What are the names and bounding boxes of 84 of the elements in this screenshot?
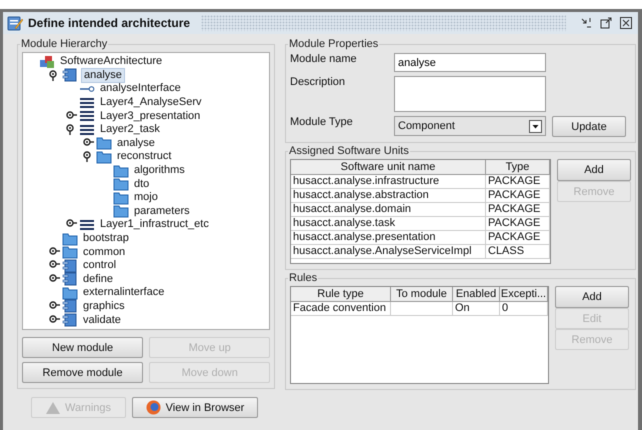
table-cell: husacct.analyse.presentation (291, 231, 486, 245)
field-label: Module Type (290, 116, 354, 128)
description-field[interactable] (394, 76, 546, 112)
table-cell: PACKAGE (486, 175, 550, 189)
close-icon[interactable] (620, 17, 632, 29)
table-cell (391, 302, 453, 316)
folder-icon (96, 150, 112, 164)
tree-item[interactable]: analyse (115, 136, 157, 150)
tree-item[interactable]: common (81, 246, 128, 259)
tree-item[interactable]: reconstruct (115, 150, 174, 164)
module-button[interactable]: Remove module (22, 362, 144, 383)
table-cell: husacct.analyse.abstraction (291, 189, 486, 203)
update-button[interactable]: Update (552, 116, 626, 137)
folder-icon (113, 164, 129, 178)
table-cell: 0 (500, 302, 548, 316)
tree-item[interactable]: define (81, 272, 115, 286)
panel-title: Module Properties (288, 38, 380, 50)
module-type-dropdown[interactable]: Component (394, 116, 546, 136)
table-cell: PACKAGE (486, 189, 550, 203)
warning-triangle-icon (46, 402, 60, 414)
tree-item[interactable]: Layer4_AnalyseServ (98, 96, 204, 110)
tree-item[interactable]: Layer2_task (98, 123, 162, 136)
minimize-icon[interactable] (580, 17, 592, 29)
component-icon (62, 68, 78, 82)
table-cell: PACKAGE (486, 231, 550, 245)
layers-icon (79, 96, 95, 110)
column-header[interactable]: Enabled (453, 287, 500, 302)
folder-icon (62, 286, 78, 300)
tree-item[interactable]: graphics (81, 300, 127, 313)
maximize-icon[interactable] (600, 17, 612, 29)
column-header[interactable]: To module (391, 287, 453, 302)
layers-icon (79, 122, 95, 137)
tree-item[interactable]: Layer1_infrastruct_etc (98, 218, 211, 232)
table-cell: husacct.analyse.task (291, 217, 486, 231)
folder-icon (113, 204, 129, 218)
tree-item[interactable]: control (81, 259, 118, 272)
module-name-field[interactable]: analyse (394, 53, 546, 72)
layers-icon (79, 218, 95, 232)
folder-icon (62, 232, 78, 246)
folder-icon (113, 177, 129, 192)
window-title: Define intended architecture (28, 16, 190, 30)
table-cell: Facade convention (291, 302, 391, 316)
table-cell: On (453, 302, 500, 316)
tree-item[interactable]: dto (132, 178, 152, 191)
module-button[interactable]: New module (22, 337, 144, 358)
column-header[interactable]: Rule type (291, 287, 391, 302)
component-icon (62, 272, 78, 286)
component-icon (62, 299, 78, 314)
column-header[interactable]: Software unit name (291, 160, 486, 175)
table-cell: PACKAGE (486, 217, 550, 231)
folder-icon (96, 136, 112, 150)
tree-item[interactable]: SoftwareArchitecture (58, 55, 164, 68)
panel-title: Assigned Software Units (288, 145, 410, 157)
cubes-icon (39, 54, 55, 69)
table-cell: husacct.analyse.AnalyseServiceImpl (291, 245, 486, 259)
tree-item[interactable]: analyseInterface (98, 82, 183, 96)
component-icon (62, 313, 78, 328)
panel-title: Rules (288, 272, 318, 284)
field-label: Description (290, 76, 346, 88)
tree-item[interactable]: algorithms (132, 164, 187, 178)
tree-item[interactable]: bootstrap (81, 232, 131, 246)
rule-button[interactable]: Add (555, 286, 629, 308)
tree-item[interactable]: validate (81, 314, 123, 327)
tree-item[interactable]: externalinterface (81, 286, 166, 300)
tree-item[interactable]: parameters (132, 204, 192, 218)
tree-item[interactable]: mojo (132, 191, 160, 204)
notepad-pencil-icon (7, 15, 23, 31)
table-cell: husacct.analyse.domain (291, 203, 486, 217)
field-label: Module name (290, 53, 358, 65)
panel-title: Module Hierarchy (20, 38, 108, 50)
browser-button[interactable]: View in Browser (132, 397, 258, 418)
column-header[interactable]: Type (486, 160, 550, 175)
tree-item[interactable]: analyse (81, 68, 125, 83)
folder-icon (113, 190, 129, 205)
table-cell: PACKAGE (486, 203, 550, 217)
column-header[interactable]: Excepti... (500, 287, 548, 302)
unit-button[interactable]: Add (557, 159, 631, 181)
table-cell: husacct.analyse.infrastructure (291, 175, 486, 189)
globe-icon (146, 400, 161, 415)
layers-icon (79, 109, 95, 124)
component-icon (62, 258, 78, 273)
table-cell: CLASS (486, 245, 550, 259)
tree-item[interactable]: Layer3_presentation (98, 110, 202, 123)
folder-icon (62, 245, 78, 260)
